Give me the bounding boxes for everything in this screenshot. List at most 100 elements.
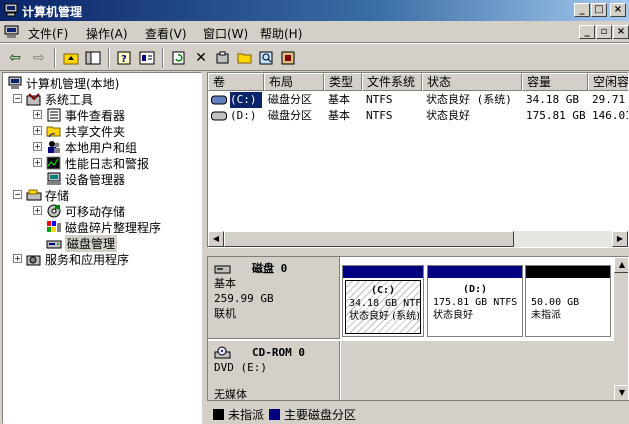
scroll-right-button[interactable]: ▶: [612, 231, 628, 247]
maximize-button[interactable]: □: [591, 3, 607, 17]
delete-icon[interactable]: ✕: [190, 47, 212, 69]
table-row[interactable]: (C:) 磁盘分区 基本 NTFS 状态良好 (系统) 34.18 GB 29.…: [208, 92, 628, 108]
expand-event-viewer[interactable]: +: [33, 110, 42, 119]
tree-defrag[interactable]: 磁盘碎片整理程序: [46, 219, 161, 235]
properties-icon[interactable]: [212, 47, 234, 69]
tree-device-manager[interactable]: 设备管理器: [46, 171, 125, 187]
refresh-icon[interactable]: [168, 47, 190, 69]
menu-bar: 文件(F) 操作(A) 查看(V) 窗口(W) 帮助(H) _ ▫ ×: [0, 21, 629, 43]
cdrom0-name: CD-ROM 0: [252, 346, 305, 359]
svg-text:?: ?: [121, 54, 127, 65]
close-button[interactable]: ×: [610, 3, 626, 17]
window-title: 计算机管理: [22, 5, 83, 19]
performance-icon: [46, 156, 61, 170]
unallocated-swatch: [213, 409, 224, 420]
col-header-volume[interactable]: 卷: [208, 73, 264, 91]
partition-c-size: 34.18 GB NTFS: [349, 298, 421, 309]
child-minimize-button[interactable]: _: [579, 25, 595, 39]
tree-disk-management[interactable]: 磁盘管理: [46, 234, 118, 252]
show-hide-tree-icon[interactable]: [82, 47, 104, 69]
partition-unallocated[interactable]: 50.00 GB 未指派: [525, 265, 611, 337]
tree-services-apps[interactable]: 服务和应用程序: [26, 251, 129, 267]
open-folder-icon[interactable]: [234, 47, 256, 69]
scrollbar-thumb[interactable]: [224, 231, 514, 247]
partition-c-label: (C:): [370, 285, 396, 296]
cell-status: 状态良好: [426, 109, 470, 122]
partition-d[interactable]: (D:) 175.81 GB NTFS 状态良好: [427, 265, 523, 337]
tree-event-viewer[interactable]: 事件查看器: [46, 107, 125, 123]
expand-services[interactable]: +: [13, 254, 22, 263]
search-icon[interactable]: [256, 47, 278, 69]
volume-disk-icon: [211, 95, 227, 105]
col-header-layout[interactable]: 布局: [264, 73, 324, 91]
removable-storage-icon: [47, 204, 61, 218]
table-row[interactable]: (D:) 磁盘分区 基本 NTFS 状态良好 175.81 GB 146.01: [208, 108, 628, 124]
hard-disk-icon: [214, 265, 231, 273]
tree-root[interactable]: 计算机管理(本地): [7, 75, 119, 91]
collapse-storage[interactable]: −: [13, 190, 22, 199]
services-icon: [26, 255, 41, 266]
wizard-icon[interactable]: [278, 47, 300, 69]
col-header-filesystem[interactable]: 文件系统: [362, 73, 422, 91]
disk0-label[interactable]: 磁盘 0 基本 259.99 GB 联机: [208, 257, 340, 339]
expand-shared-folders[interactable]: +: [33, 126, 42, 135]
tree-shared-folders[interactable]: 共享文件夹: [46, 123, 125, 139]
console-tree: 计算机管理(本地) − 系统工具 + 事件查看器 + 共享文件夹 + 本地用户和…: [2, 72, 202, 424]
back-arrow-icon[interactable]: ⇦: [4, 47, 26, 69]
scroll-left-button[interactable]: ◀: [208, 231, 224, 247]
mmc-icon[interactable]: [4, 25, 20, 39]
cell-layout: 磁盘分区: [268, 109, 312, 122]
cell-type: 基本: [328, 93, 350, 106]
cell-free: 146.01: [592, 109, 629, 122]
scroll-up-button[interactable]: ▲: [614, 257, 628, 273]
properties-list-icon[interactable]: [136, 47, 158, 69]
child-close-button[interactable]: ×: [613, 25, 629, 39]
tree-perf-logs[interactable]: 性能日志和警报: [46, 155, 149, 171]
users-icon: [48, 141, 60, 153]
forward-arrow-icon[interactable]: ⇨: [28, 47, 50, 69]
expand-perf-logs[interactable]: +: [33, 158, 42, 167]
shared-folder-icon: [46, 126, 61, 138]
cdrom0-label[interactable]: CD-ROM 0 DVD (E:) 无媒体: [208, 341, 340, 405]
minimize-button[interactable]: _: [574, 3, 590, 17]
defrag-icon: [47, 221, 61, 232]
partition-d-bar: [428, 266, 522, 278]
tree-removable-storage[interactable]: 可移动存储: [46, 203, 125, 219]
storage-icon: [26, 189, 42, 201]
partition-c-bar: [343, 266, 423, 278]
volume-disk-icon: [211, 111, 227, 121]
col-header-status[interactable]: 状态: [422, 73, 522, 91]
cell-capacity: 175.81 GB: [526, 109, 586, 122]
menu-view[interactable]: 查看(V): [145, 25, 187, 42]
col-header-free[interactable]: 空闲容: [588, 73, 628, 91]
menu-action[interactable]: 操作(A): [86, 25, 128, 42]
horizontal-scrollbar[interactable]: ◀ ▶: [208, 231, 628, 247]
cell-status: 状态良好 (系统): [426, 93, 512, 106]
disk0-state: 联机: [214, 307, 236, 320]
cell-fs: NTFS: [366, 93, 393, 106]
help-icon[interactable]: ?: [114, 47, 136, 69]
collapse-system-tools[interactable]: −: [13, 94, 22, 103]
partition-c[interactable]: (C:) 34.18 GB NTFS 状态良好 (系统): [342, 265, 424, 337]
cell-fs: NTFS: [366, 109, 393, 122]
device-manager-icon: [47, 172, 61, 185]
computer-management-icon: [4, 3, 18, 17]
col-header-capacity[interactable]: 容量: [522, 73, 588, 91]
up-folder-icon[interactable]: [60, 47, 82, 69]
child-restore-button[interactable]: ▫: [596, 25, 612, 39]
menu-window[interactable]: 窗口(W): [203, 25, 248, 42]
scroll-down-button[interactable]: ▼: [614, 385, 628, 401]
expand-removable-storage[interactable]: +: [33, 206, 42, 215]
cell-volume: (C:): [230, 92, 262, 108]
expand-local-users[interactable]: +: [33, 142, 42, 151]
tree-storage[interactable]: 存储: [26, 187, 69, 203]
tree-local-users[interactable]: 本地用户和组: [46, 139, 137, 155]
unallocated-status: 未指派: [531, 310, 561, 321]
menu-file[interactable]: 文件(F): [28, 25, 68, 42]
vertical-scrollbar[interactable]: ▲ ▼: [614, 257, 628, 401]
unallocated-size: 50.00 GB: [531, 297, 580, 308]
cdrom0-drive: DVD (E:): [214, 361, 267, 374]
col-header-type[interactable]: 类型: [324, 73, 362, 91]
tree-system-tools[interactable]: 系统工具: [26, 91, 93, 107]
menu-help[interactable]: 帮助(H): [260, 25, 302, 42]
